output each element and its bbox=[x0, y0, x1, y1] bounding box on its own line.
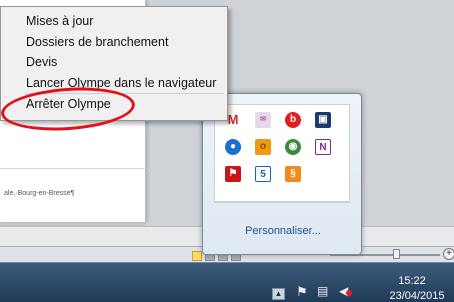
chrome-like-icon[interactable]: ◉ bbox=[285, 139, 301, 155]
html5-shield-icon[interactable]: 5 bbox=[255, 166, 271, 182]
menu-item-lancer-olympe[interactable]: Lancer Olympe dans le navigateur bbox=[1, 73, 227, 94]
tray-icon-panel: M ✉ b ▣ ● o ◉ N ⚑ 5 § bbox=[214, 104, 350, 202]
menu-item-arreter-olympe[interactable]: Arrêter Olympe bbox=[1, 94, 227, 115]
menu-item-mises-a-jour[interactable]: Mises à jour bbox=[1, 11, 227, 32]
cloud-sync-icon[interactable]: ● bbox=[225, 139, 241, 155]
print-layout-view-button[interactable] bbox=[192, 251, 202, 261]
acrobat-pdf-icon[interactable]: ⚑ bbox=[225, 166, 241, 182]
flyout-divider bbox=[214, 202, 350, 203]
customize-link[interactable]: Personnaliser... bbox=[203, 225, 363, 237]
clock-date[interactable]: 23/04/2015 bbox=[380, 290, 454, 302]
action-center-flag-icon[interactable]: ⚑ bbox=[296, 284, 308, 300]
clock-time[interactable]: 15:22 bbox=[384, 275, 440, 287]
zoom-slider-thumb[interactable] bbox=[393, 249, 400, 259]
tray-icon-row: ⚑ 5 § bbox=[225, 166, 345, 193]
document-divider bbox=[0, 168, 146, 169]
menu-item-dossiers-de-branchement[interactable]: Dossiers de branchement bbox=[1, 32, 227, 53]
onenote-icon[interactable]: N bbox=[315, 139, 331, 155]
volume-muted-badge-icon bbox=[346, 290, 352, 296]
tray-icon-grid: M ✉ b ▣ ● o ◉ N ⚑ 5 § bbox=[225, 112, 345, 193]
tray-context-menu: Mises à jour Dossiers de branchement Dev… bbox=[0, 6, 228, 121]
tray-icon-row: ● o ◉ N bbox=[225, 139, 345, 166]
beats-audio-icon[interactable]: b bbox=[285, 112, 301, 128]
java-icon[interactable]: § bbox=[285, 166, 301, 182]
zoom-in-button[interactable]: + bbox=[443, 248, 454, 260]
tray-icon-row: M ✉ b ▣ bbox=[225, 112, 345, 139]
screen-monitor-icon[interactable]: ▣ bbox=[315, 112, 331, 128]
menu-item-devis[interactable]: Devis bbox=[1, 52, 227, 73]
network-icon[interactable]: ▤ bbox=[317, 284, 328, 298]
document-address-text: ale,·Bourg-en-Bresse¶ bbox=[4, 190, 75, 197]
mail-envelope-icon[interactable]: ✉ bbox=[255, 112, 271, 128]
orange-square-icon[interactable]: o bbox=[255, 139, 271, 155]
show-hidden-icons-button[interactable]: ▲ bbox=[272, 288, 285, 300]
